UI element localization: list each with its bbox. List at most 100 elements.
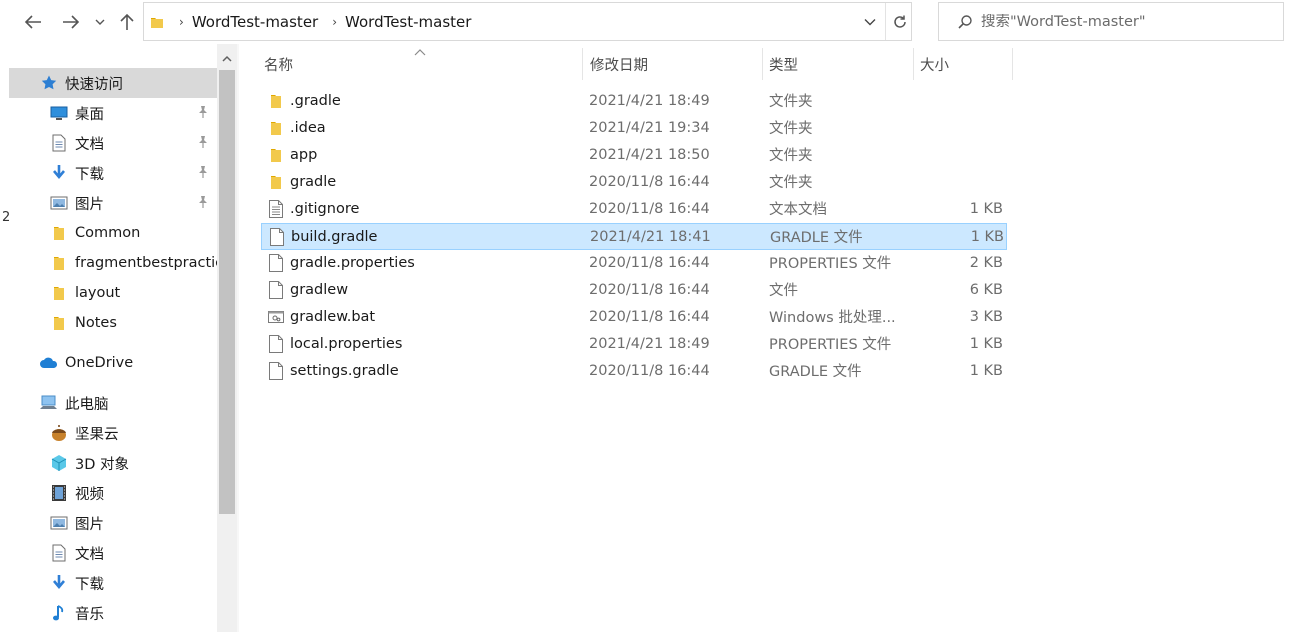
sidebar-item-downloads[interactable]: 下载 bbox=[9, 158, 217, 188]
sidebar-item-label: layout bbox=[75, 285, 121, 301]
pin-icon bbox=[197, 135, 209, 153]
music-icon bbox=[49, 603, 69, 623]
pin-icon bbox=[197, 165, 209, 183]
column-header-size[interactable]: 大小 bbox=[920, 48, 1012, 80]
sidebar-item-documents-2[interactable]: 文档 bbox=[9, 538, 217, 568]
sidebar-item-label: 3D 对象 bbox=[75, 456, 129, 473]
file-type: 文件夹 bbox=[769, 94, 813, 110]
file-type: Windows 批处理... bbox=[769, 310, 896, 326]
address-history-button[interactable] bbox=[854, 3, 886, 40]
sidebar-item-label: fragmentbestpractice bbox=[75, 255, 217, 271]
column-header-date[interactable]: 修改日期 bbox=[590, 48, 762, 80]
file-list: 名称 修改日期 类型 大小 .gradle 2021/4/21 18:49 文件夹.… bbox=[240, 44, 1292, 632]
file-modified-date: 2021/4/21 18:49 bbox=[589, 92, 710, 109]
table-row[interactable]: build.gradle 2021/4/21 18:41 GRADLE 文件 1 KB bbox=[261, 223, 1007, 250]
cube-icon bbox=[49, 453, 69, 473]
sidebar-item-label: 视频 bbox=[75, 486, 104, 503]
folder-icon bbox=[49, 313, 69, 333]
file-modified-date: 2021/4/21 18:49 bbox=[589, 335, 710, 352]
picture-icon bbox=[49, 193, 69, 213]
scroll-up-button[interactable] bbox=[217, 48, 237, 68]
sidebar-item-onedrive[interactable]: OneDrive bbox=[9, 348, 217, 378]
table-row[interactable]: .gradle 2021/4/21 18:49 文件夹 bbox=[261, 88, 1007, 115]
sidebar-item-documents[interactable]: 文档 bbox=[9, 128, 217, 158]
table-row[interactable]: local.properties 2021/4/21 18:49 PROPERTIE… bbox=[261, 331, 1007, 358]
address-bar[interactable]: › WordTest-master › WordTest-master bbox=[143, 2, 912, 41]
chevron-up-icon bbox=[222, 55, 232, 62]
file-modified-date: 2021/4/21 18:50 bbox=[589, 146, 710, 163]
sidebar-item-layout[interactable]: layout bbox=[9, 278, 217, 308]
table-row[interactable]: settings.gradle 2020/11/8 16:44 GRADLE 文件 1… bbox=[261, 358, 1007, 385]
file-name: settings.gradle bbox=[290, 362, 399, 379]
sidebar-item-3d-objects[interactable]: 3D 对象 bbox=[9, 448, 217, 478]
column-divider[interactable] bbox=[1012, 48, 1013, 80]
file-icon bbox=[266, 277, 286, 302]
file-size bbox=[913, 88, 1003, 113]
sidebar-item-jianguoyun[interactable]: 坚果云 bbox=[9, 418, 217, 448]
file-type: GRADLE 文件 bbox=[770, 230, 863, 246]
column-header-name[interactable]: 名称 bbox=[264, 48, 582, 80]
file-modified-date: 2020/11/8 16:44 bbox=[589, 200, 710, 217]
chevron-down-icon bbox=[95, 19, 105, 25]
folder-icon bbox=[149, 14, 165, 30]
sidebar-item-pictures[interactable]: 图片 bbox=[9, 188, 217, 218]
pane-divider[interactable] bbox=[237, 44, 239, 632]
arrow-up-icon bbox=[120, 13, 134, 30]
column-divider[interactable] bbox=[582, 48, 583, 80]
table-row[interactable]: .idea 2021/4/21 19:34 文件夹 bbox=[261, 115, 1007, 142]
file-size bbox=[913, 142, 1003, 167]
arrow-left-icon bbox=[24, 15, 41, 29]
table-row[interactable]: app 2021/4/21 18:50 文件夹 bbox=[261, 142, 1007, 169]
sidebar-item-desktop[interactable]: 桌面 bbox=[9, 98, 217, 128]
chevron-right-icon[interactable]: › bbox=[328, 15, 341, 29]
video-icon bbox=[49, 483, 69, 503]
nut-icon bbox=[49, 423, 69, 443]
sidebar-item-this-pc[interactable]: 此电脑 bbox=[9, 388, 217, 418]
chevron-right-icon[interactable]: › bbox=[175, 15, 188, 29]
file-type: PROPERTIES 文件 bbox=[769, 256, 892, 272]
search-box[interactable] bbox=[938, 2, 1284, 41]
column-divider[interactable] bbox=[913, 48, 914, 80]
sidebar-item-pictures-2[interactable]: 图片 bbox=[9, 508, 217, 538]
sidebar-item-quick-access[interactable]: 快速访问 bbox=[9, 68, 217, 98]
file-name: app bbox=[290, 146, 318, 163]
scrollbar-thumb[interactable] bbox=[219, 70, 235, 514]
navigation-scrollbar[interactable] bbox=[217, 44, 237, 632]
file-size: 1 KB bbox=[970, 228, 1004, 245]
table-row[interactable]: gradlew 2020/11/8 16:44 文件 6 KB bbox=[261, 277, 1007, 304]
forward-button[interactable] bbox=[58, 8, 84, 36]
sidebar-item-notes[interactable]: Notes bbox=[9, 308, 217, 338]
pin-icon bbox=[197, 195, 209, 213]
sidebar-item-common[interactable]: Common bbox=[9, 218, 217, 248]
column-divider[interactable] bbox=[762, 48, 763, 80]
picture-icon bbox=[49, 513, 69, 533]
sidebar-item-downloads-2[interactable]: 下载 bbox=[9, 568, 217, 598]
file-type: 文本文档 bbox=[769, 202, 827, 218]
table-row[interactable]: gradlew.bat 2020/11/8 16:44 Windows 批处理...… bbox=[261, 304, 1007, 331]
table-row[interactable]: gradle 2020/11/8 16:44 文件夹 bbox=[261, 169, 1007, 196]
table-row[interactable]: gradle.properties 2020/11/8 16:44 PROPERTI… bbox=[261, 250, 1007, 277]
file-size: 1 KB bbox=[969, 200, 1003, 217]
sidebar-item-music[interactable]: 音乐 bbox=[9, 598, 217, 628]
refresh-button[interactable] bbox=[888, 3, 912, 40]
sidebar-item-label: 图片 bbox=[75, 516, 104, 533]
text-file-icon bbox=[266, 196, 286, 221]
sidebar-item-videos[interactable]: 视频 bbox=[9, 478, 217, 508]
computer-icon bbox=[39, 393, 59, 413]
cloud-icon bbox=[39, 353, 59, 373]
file-name: .gitignore bbox=[290, 200, 360, 217]
breadcrumb-item-2[interactable]: WordTest-master bbox=[341, 13, 475, 31]
search-input[interactable] bbox=[981, 13, 1271, 30]
back-button[interactable] bbox=[20, 8, 46, 36]
folder-icon bbox=[49, 223, 69, 243]
column-header-type[interactable]: 类型 bbox=[769, 48, 913, 80]
breadcrumb-item-1[interactable]: WordTest-master bbox=[188, 13, 322, 31]
recent-locations-button[interactable] bbox=[92, 8, 108, 36]
folder-icon bbox=[49, 283, 69, 303]
table-row[interactable]: .gitignore 2020/11/8 16:44 文本文档 1 KB bbox=[261, 196, 1007, 223]
file-type: 文件夹 bbox=[769, 121, 813, 137]
folder-icon bbox=[49, 253, 69, 273]
file-modified-date: 2020/11/8 16:44 bbox=[589, 281, 710, 298]
up-button[interactable] bbox=[116, 8, 138, 36]
sidebar-item-fragmentbestpractice[interactable]: fragmentbestpractice bbox=[9, 248, 217, 278]
